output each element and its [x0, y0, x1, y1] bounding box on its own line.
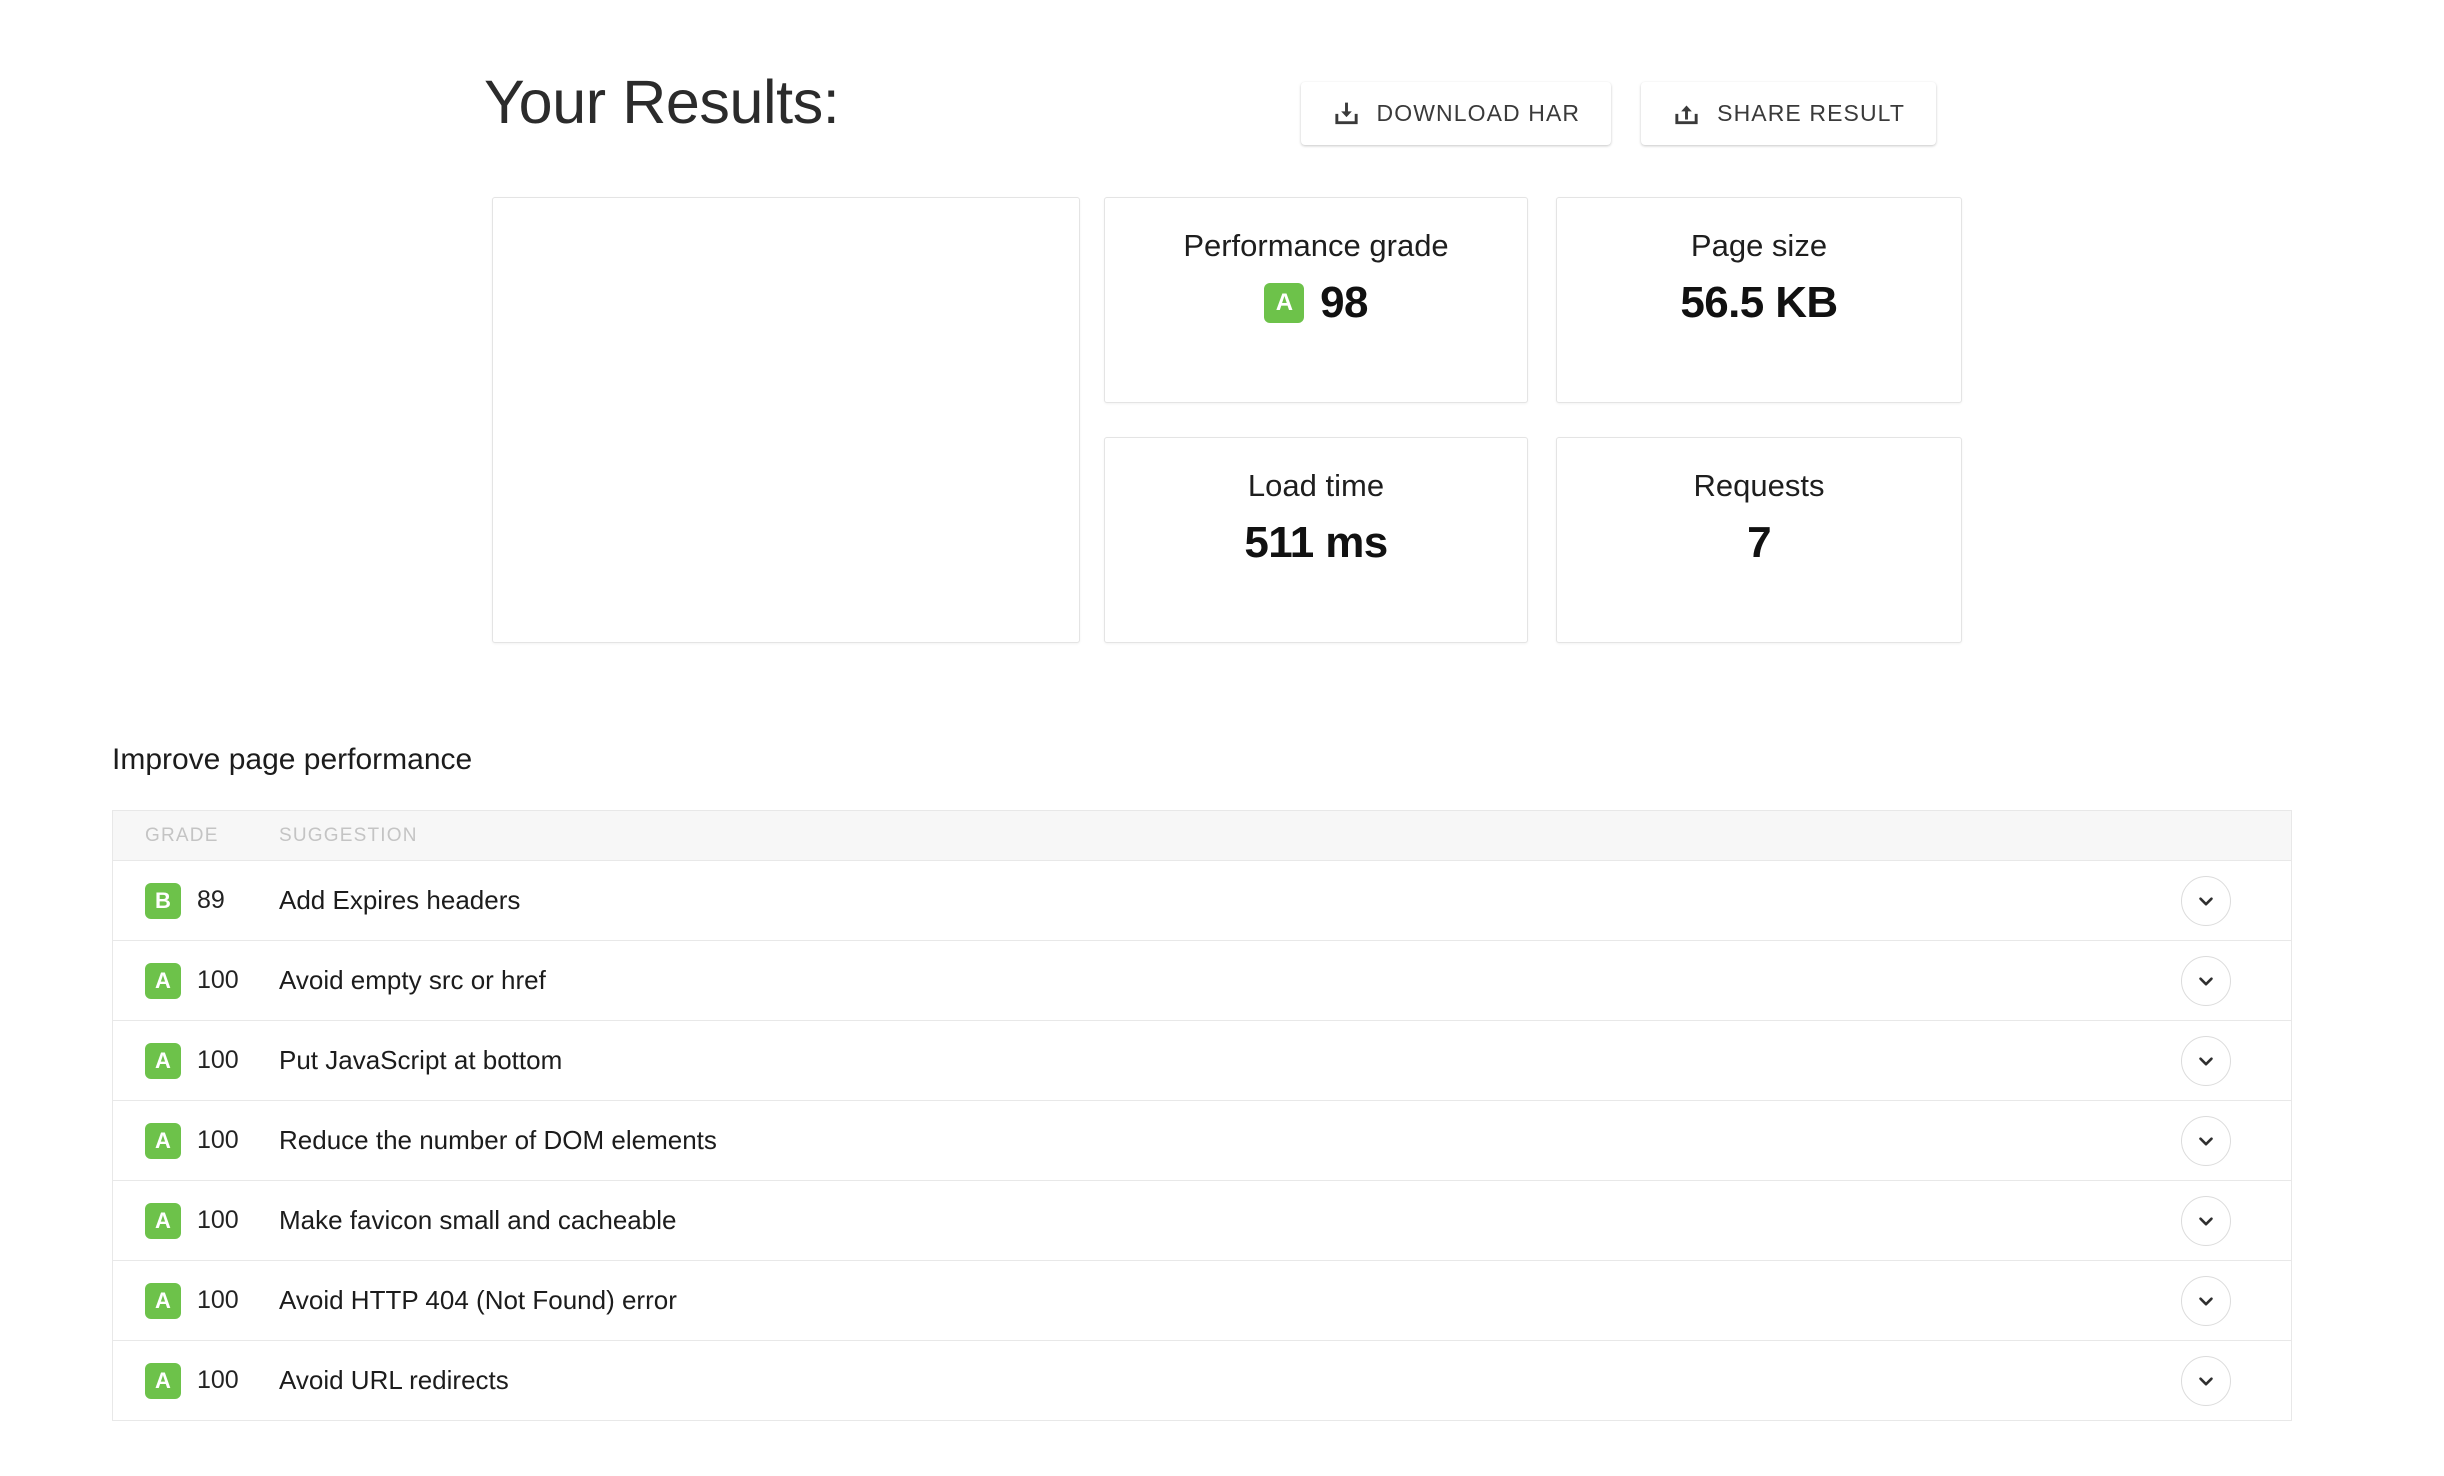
row-expand-button[interactable] — [2181, 955, 2231, 1006]
row-suggestion-text: Put JavaScript at bottom — [279, 1045, 563, 1075]
row-grade-cell: A 100 — [113, 1042, 261, 1079]
load-time-value: 511 ms — [1244, 518, 1388, 567]
page-title: Your Results: — [484, 68, 840, 136]
chevron-down-icon — [2195, 1210, 2217, 1232]
table-row[interactable]: A 100 Put JavaScript at bottom — [113, 1021, 2291, 1101]
row-grade-score: 100 — [197, 1286, 239, 1314]
row-expand-button[interactable] — [2181, 875, 2231, 926]
page-size-card: Page size 56.5 KB — [1556, 197, 1962, 403]
row-grade-badge: A — [145, 1362, 181, 1399]
row-grade-cell: A 100 — [113, 1202, 261, 1239]
row-grade-badge: B — [145, 882, 181, 919]
row-grade-badge: A — [145, 962, 181, 999]
chevron-down-icon — [2195, 1130, 2217, 1152]
row-suggestion-text: Add Expires headers — [279, 885, 521, 915]
requests-title: Requests — [1693, 468, 1825, 503]
row-expand-button[interactable] — [2181, 1035, 2231, 1086]
share-result-button[interactable]: SHARE RESULT — [1641, 82, 1936, 145]
share-result-label: SHARE RESULT — [1717, 100, 1905, 126]
load-time-title: Load time — [1247, 468, 1385, 503]
row-suggestion-text: Reduce the number of DOM elements — [279, 1125, 717, 1155]
row-grade-score: 100 — [197, 1046, 239, 1074]
download-har-button[interactable]: DOWNLOAD HAR — [1300, 82, 1612, 145]
results-page: Your Results: DOWNLOAD HAR SHARE RESULT … — [0, 0, 2444, 1476]
row-expand-button[interactable] — [2181, 1195, 2231, 1246]
suggestions-rows: B 89 Add Expires headers A 100 Avoid emp… — [113, 861, 2291, 1421]
row-expand-button[interactable] — [2181, 1115, 2231, 1166]
row-grade-badge: A — [145, 1202, 181, 1239]
requests-card: Requests 7 — [1556, 437, 1962, 643]
load-time-card: Load time 511 ms — [1104, 437, 1528, 643]
row-grade-cell: A 100 — [113, 1362, 261, 1399]
requests-value: 7 — [1747, 518, 1771, 567]
chevron-down-icon — [2195, 1050, 2217, 1072]
chevron-down-icon — [2195, 1370, 2217, 1392]
summary-cards: Performance grade A 98 Page size 56.5 KB… — [492, 197, 1962, 643]
row-suggestion-text: Avoid HTTP 404 (Not Found) error — [279, 1285, 677, 1315]
table-row[interactable]: A 100 Avoid empty src or href — [113, 941, 2291, 1021]
row-toggle-cell — [2121, 1275, 2291, 1326]
row-grade-cell: A 100 — [113, 1282, 261, 1319]
row-grade-cell: B 89 — [113, 882, 261, 919]
row-grade-score: 89 — [197, 886, 225, 914]
row-toggle-cell — [2121, 1195, 2291, 1246]
table-row[interactable]: A 100 Make favicon small and cacheable — [113, 1181, 2291, 1261]
table-row[interactable]: A 100 Avoid URL redirects — [113, 1341, 2291, 1421]
row-grade-badge: A — [145, 1282, 181, 1319]
row-suggestion-text: Make favicon small and cacheable — [279, 1205, 677, 1235]
performance-grade-value-group: A 98 — [1105, 281, 1527, 325]
column-header-grade: GRADE — [145, 824, 219, 846]
row-suggestion-text: Avoid URL redirects — [279, 1365, 509, 1395]
row-grade-badge: A — [145, 1122, 181, 1159]
row-toggle-cell — [2121, 875, 2291, 926]
chevron-down-icon — [2195, 970, 2217, 992]
suggestions-table-header: GRADE SUGGESTION — [113, 811, 2291, 861]
table-row[interactable]: A 100 Reduce the number of DOM elements — [113, 1101, 2291, 1181]
row-grade-score: 100 — [197, 1206, 239, 1234]
row-grade-badge: A — [145, 1042, 181, 1079]
row-suggestion-text: Avoid empty src or href — [279, 965, 546, 995]
performance-grade-number: 98 — [1320, 278, 1368, 327]
table-row[interactable]: A 100 Avoid HTTP 404 (Not Found) error — [113, 1261, 2291, 1341]
row-grade-score: 100 — [197, 966, 239, 994]
row-grade-cell: A 100 — [113, 962, 261, 999]
row-expand-button[interactable] — [2181, 1355, 2231, 1406]
performance-grade-title: Performance grade — [1183, 228, 1449, 263]
performance-grade-card: Performance grade A 98 — [1104, 197, 1528, 403]
table-row[interactable]: B 89 Add Expires headers — [113, 861, 2291, 941]
row-expand-button[interactable] — [2181, 1275, 2231, 1326]
grade-badge: A — [1264, 283, 1305, 323]
row-toggle-cell — [2121, 1355, 2291, 1406]
improve-performance-heading: Improve page performance — [112, 743, 473, 776]
row-toggle-cell — [2121, 1035, 2291, 1086]
download-har-label: DOWNLOAD HAR — [1376, 100, 1581, 126]
row-grade-score: 100 — [197, 1126, 239, 1154]
header-actions: DOWNLOAD HAR SHARE RESULT — [1300, 82, 1936, 145]
chevron-down-icon — [2195, 890, 2217, 912]
chevron-down-icon — [2195, 1290, 2217, 1312]
row-toggle-cell — [2121, 1115, 2291, 1166]
column-header-suggestion: SUGGESTION — [279, 824, 418, 846]
share-icon — [1672, 99, 1701, 128]
row-grade-cell: A 100 — [113, 1122, 261, 1159]
page-size-value: 56.5 KB — [1680, 278, 1838, 327]
download-icon — [1332, 99, 1361, 128]
row-grade-score: 100 — [197, 1366, 239, 1394]
suggestions-table: GRADE SUGGESTION B 89 Add Expires header… — [112, 810, 2292, 1421]
page-size-title: Page size — [1690, 228, 1828, 263]
row-toggle-cell — [2121, 955, 2291, 1006]
results-header: Your Results: DOWNLOAD HAR SHARE RESULT — [484, 48, 1944, 158]
page-preview-card — [492, 197, 1080, 643]
